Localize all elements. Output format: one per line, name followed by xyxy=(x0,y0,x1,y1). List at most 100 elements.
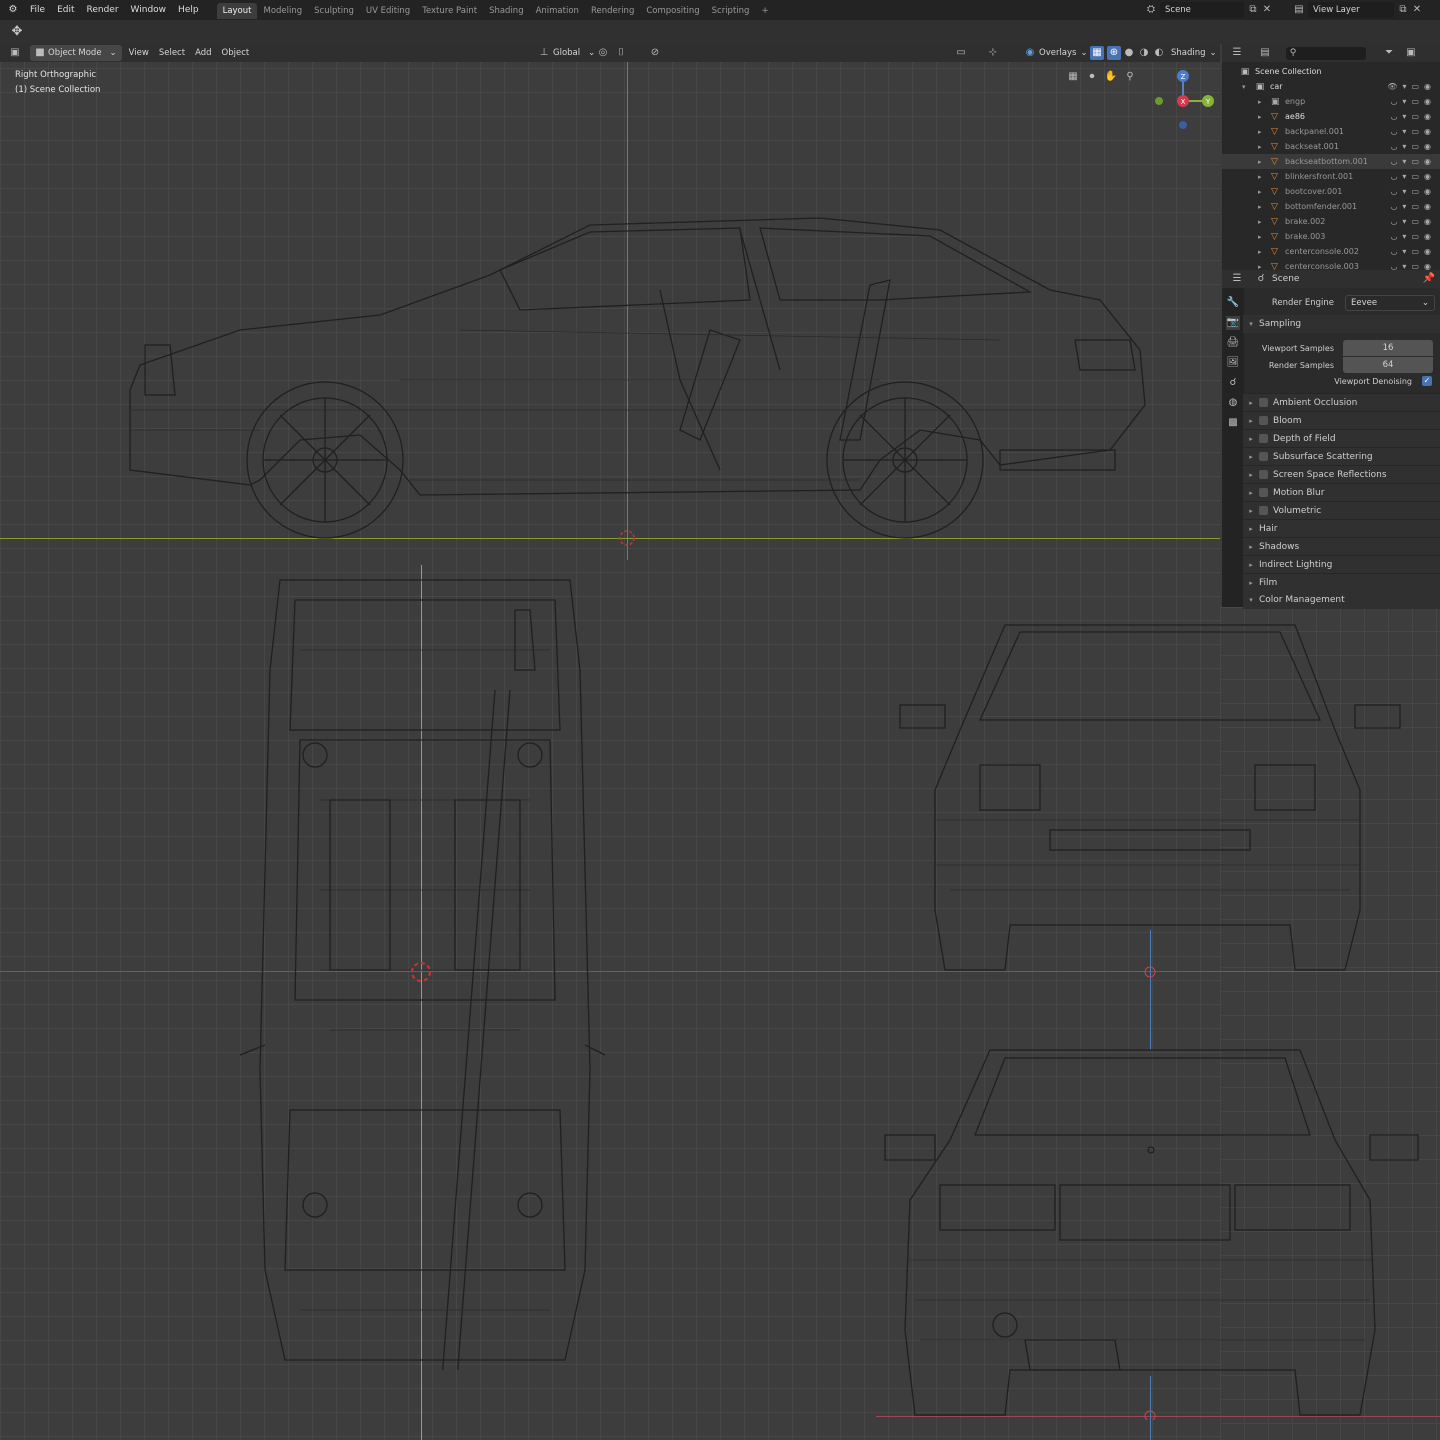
overlays-dropdown[interactable]: ◉ Overlays ⌄ xyxy=(1018,45,1093,61)
editor-type-icon[interactable]: ▣ xyxy=(8,46,22,60)
menu-add[interactable]: Add xyxy=(190,45,216,61)
expand-chevron-icon[interactable]: ▸ xyxy=(1258,98,1262,106)
tab-animation[interactable]: Animation xyxy=(530,3,585,19)
sampling-panel-header[interactable]: ▾ Sampling xyxy=(1243,315,1440,333)
expand-chevron-icon[interactable]: ▸ xyxy=(1258,143,1262,151)
front-view-cursor[interactable] xyxy=(1144,966,1156,978)
wireframe-shading-icon[interactable]: ⊕ xyxy=(1107,46,1121,60)
visibility-icons[interactable]: ◡▾▭◉ xyxy=(1390,202,1436,211)
panel-enable-checkbox[interactable] xyxy=(1259,398,1268,407)
add-workspace-icon[interactable]: + xyxy=(755,3,774,19)
visibility-icons[interactable]: ◡▾▭◉ xyxy=(1390,142,1436,151)
visibility-icons[interactable]: 👁▾▭◉ xyxy=(1387,82,1436,91)
panel-header[interactable]: ▸ Hair xyxy=(1243,519,1440,537)
outliner-item[interactable]: ▸ ▽ brake.003 ◡▾▭◉ xyxy=(1222,229,1440,244)
car-front-view[interactable] xyxy=(890,620,1410,980)
outliner-item[interactable]: ▸ ▽ centerconsole.002 ◡▾▭◉ xyxy=(1222,244,1440,259)
side-view-cursor[interactable] xyxy=(618,529,636,547)
visibility-icons[interactable]: ◡▾▭◉ xyxy=(1390,247,1436,256)
snap-icon[interactable]: ⌷ xyxy=(614,46,628,60)
car-top-view[interactable] xyxy=(240,570,610,1370)
visibility-icons[interactable]: ◡▾▭◉ xyxy=(1390,127,1436,136)
panel-header[interactable]: ▸ Ambient Occlusion xyxy=(1243,393,1440,411)
view-object-types-icon[interactable]: ▭ xyxy=(954,46,968,60)
outliner-item[interactable]: ▸ ▽ backseat.001 ◡▾▭◉ xyxy=(1222,139,1440,154)
tab-layout[interactable]: Layout xyxy=(216,3,258,19)
tab-uv-editing[interactable]: UV Editing xyxy=(360,3,416,19)
expand-chevron-icon[interactable]: ▸ xyxy=(1258,158,1262,166)
tab-compositing[interactable]: Compositing xyxy=(640,3,705,19)
color-management-panel-header[interactable]: ▾ Color Management xyxy=(1243,591,1440,609)
menu-window[interactable]: Window xyxy=(125,0,173,20)
gizmo-toggle-icon[interactable]: ⊹ xyxy=(986,46,1000,60)
panel-header[interactable]: ▸ Depth of Field xyxy=(1243,429,1440,447)
panel-enable-checkbox[interactable] xyxy=(1259,416,1268,425)
expand-chevron-icon[interactable]: ▸ xyxy=(1258,128,1262,136)
toggle-perspective-icon[interactable]: ▦ xyxy=(1066,70,1080,84)
pan-hand-icon[interactable]: ✋ xyxy=(1104,70,1118,84)
copy-view-layer-icon[interactable]: ⧉ xyxy=(1396,3,1410,17)
view-layer-tab-icon[interactable]: 🖼 xyxy=(1226,356,1240,370)
outliner-editor-type-icon[interactable]: ☰ xyxy=(1230,46,1244,60)
pin-icon[interactable]: 📌 xyxy=(1422,272,1436,286)
menu-file[interactable]: File xyxy=(24,0,51,20)
outliner-item[interactable]: ▸ ▽ ae86 ◡▾▭◉ xyxy=(1222,109,1440,124)
expand-chevron-icon[interactable]: ▸ xyxy=(1258,233,1262,241)
menu-edit[interactable]: Edit xyxy=(51,0,80,20)
texture-tab-icon[interactable]: ▩ xyxy=(1226,416,1240,430)
menu-view[interactable]: View xyxy=(124,45,154,61)
render-engine-dropdown[interactable]: Eevee ⌄ xyxy=(1345,295,1435,311)
render-tab-icon[interactable]: 📷 xyxy=(1226,316,1240,330)
panel-header[interactable]: ▸ Screen Space Reflections xyxy=(1243,465,1440,483)
outliner-item[interactable]: ▸ ▽ backpanel.001 ◡▾▭◉ xyxy=(1222,124,1440,139)
visibility-icons[interactable]: ◡▾▭◉ xyxy=(1390,217,1436,226)
outliner-scene-collection[interactable]: ▣ Scene Collection xyxy=(1222,64,1440,79)
zoom-icon[interactable]: ⚲ xyxy=(1123,70,1137,84)
panel-header[interactable]: ▸ Volumetric xyxy=(1243,501,1440,519)
tab-scripting[interactable]: Scripting xyxy=(706,3,756,19)
visibility-icons[interactable]: ◡▾▭◉ xyxy=(1390,172,1436,181)
object-mode-dropdown[interactable]: ■ Object Mode ⌄ xyxy=(30,45,122,61)
visibility-icons[interactable]: ◡▾▭◉ xyxy=(1390,157,1436,166)
panel-header[interactable]: ▸ Bloom xyxy=(1243,411,1440,429)
tool-tab-icon[interactable]: 🔧 xyxy=(1226,296,1240,310)
menu-select[interactable]: Select xyxy=(154,45,190,61)
rendered-shading-icon[interactable]: ◐ xyxy=(1152,46,1166,60)
panel-enable-checkbox[interactable] xyxy=(1259,506,1268,515)
expand-chevron-icon[interactable]: ▸ xyxy=(1258,203,1262,211)
menu-help[interactable]: Help xyxy=(172,0,205,20)
expand-chevron-icon[interactable]: ▾ xyxy=(1242,83,1246,91)
view-layer-selector[interactable]: View Layer xyxy=(1308,2,1394,18)
axis-gizmo[interactable]: Z X Y xyxy=(1150,66,1220,132)
filter-icon[interactable]: ⏷ xyxy=(1382,46,1396,60)
camera-view-icon[interactable]: ⏺ xyxy=(1085,70,1099,84)
car-side-view[interactable] xyxy=(100,200,1160,540)
menu-object[interactable]: Object xyxy=(217,45,255,61)
material-shading-icon[interactable]: ◑ xyxy=(1137,46,1151,60)
back-view-cursor[interactable] xyxy=(1144,1410,1156,1420)
xray-toggle-icon[interactable]: ▦ xyxy=(1090,46,1104,60)
expand-chevron-icon[interactable]: ▸ xyxy=(1258,218,1262,226)
proportional-edit-icon[interactable]: ⊘ xyxy=(648,46,662,60)
tab-sculpting[interactable]: Sculpting xyxy=(308,3,360,19)
panel-enable-checkbox[interactable] xyxy=(1259,434,1268,443)
transform-tool-icon[interactable]: ✥ xyxy=(10,25,24,39)
view-layer-icon[interactable]: ▤ xyxy=(1292,3,1306,17)
visibility-icons[interactable]: ◡▾▭◉ xyxy=(1390,97,1436,106)
panel-header[interactable]: ▸ Indirect Lighting xyxy=(1243,555,1440,573)
outliner-collection-car[interactable]: ▾ ▣ car 👁▾▭◉ xyxy=(1222,79,1440,94)
new-collection-icon[interactable]: ▣ xyxy=(1404,46,1418,60)
world-tab-icon[interactable]: ◍ xyxy=(1226,396,1240,410)
output-tab-icon[interactable]: 🖨 xyxy=(1226,336,1240,350)
car-back-view[interactable] xyxy=(880,1040,1425,1420)
outliner-search-input[interactable]: ⚲ xyxy=(1286,46,1366,60)
3d-cursor[interactable] xyxy=(411,962,431,982)
viewport-denoising-checkbox[interactable]: ✓ xyxy=(1422,376,1432,386)
delete-scene-icon[interactable]: ✕ xyxy=(1260,3,1274,17)
tab-shading[interactable]: Shading xyxy=(483,3,530,19)
expand-chevron-icon[interactable]: ▸ xyxy=(1258,188,1262,196)
visibility-icons[interactable]: ◡▾▭◉ xyxy=(1390,232,1436,241)
neg-z-axis-handle[interactable] xyxy=(1179,121,1187,129)
panel-header[interactable]: ▸ Motion Blur xyxy=(1243,483,1440,501)
panel-enable-checkbox[interactable] xyxy=(1259,452,1268,461)
